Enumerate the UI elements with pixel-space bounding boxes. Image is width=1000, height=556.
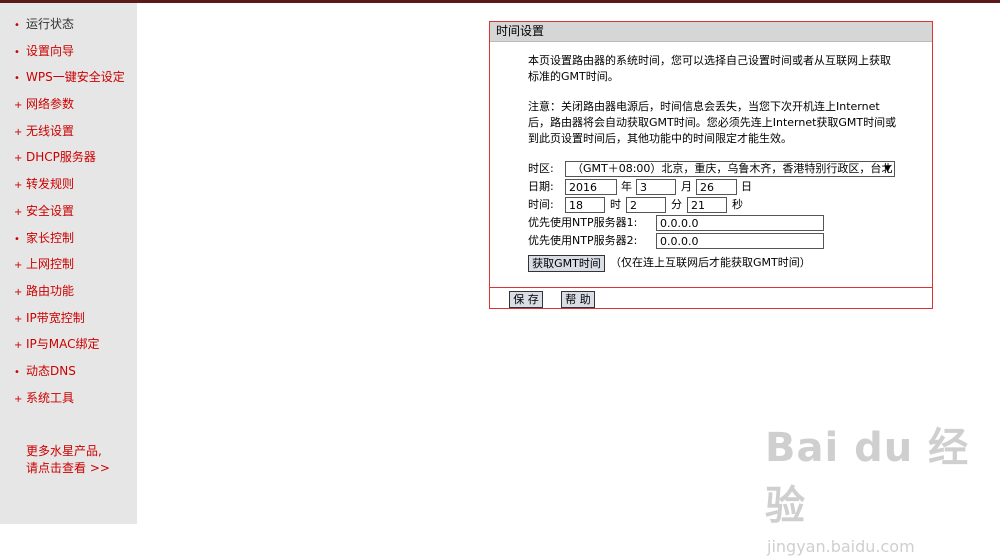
time-settings-panel: 时间设置 本页设置路由器的系统时间，您可以选择自己设置时间或者从互联网上获取标准… [489, 21, 933, 309]
sidebar-item-wps[interactable]: • WPS一键安全设定 [14, 67, 125, 94]
sidebar-item-label: 无线设置 [26, 123, 75, 138]
second-unit: 秒 [732, 198, 743, 211]
plus-icon: + [14, 313, 23, 325]
sidebar-nav: • 运行状态 • 设置向导 • WPS一键安全设定 + 网络参数 + 无线设置 + DHCP… [14, 14, 125, 414]
watermark-url: jingyan.baidu.com [767, 537, 915, 556]
more-products-link[interactable]: 更多水星产品, 请点击查看 >> [26, 443, 110, 477]
minute-input[interactable] [626, 197, 666, 213]
sidebar-item-ip-mac[interactable]: + IP与MAC绑定 [14, 334, 125, 361]
ntp1-input[interactable] [656, 215, 824, 231]
get-gmt-note: （仅在连上互联网后才能获取GMT时间） [610, 256, 811, 269]
date-label: 日期: [528, 180, 554, 193]
help-button[interactable]: 帮 助 [561, 291, 595, 308]
sidebar-item-label: WPS一键安全设定 [26, 70, 125, 85]
sidebar-item-parental[interactable]: • 家长控制 [14, 228, 125, 255]
sidebar-item-label: 运行状态 [26, 17, 75, 31]
bullet-icon: • [14, 366, 20, 378]
sidebar-item-label: 家长控制 [26, 230, 75, 245]
plus-icon: + [14, 126, 23, 138]
year-unit: 年 [621, 180, 632, 193]
plus-icon: + [14, 100, 23, 112]
intro-text: 本页设置路由器的系统时间，您可以选择自己设置时间或者从互联网上获取标准的GMT时… [528, 54, 891, 83]
save-button[interactable]: 保 存 [509, 291, 543, 308]
plus-icon: + [14, 153, 23, 165]
year-input[interactable] [565, 179, 617, 195]
panel-title: 时间设置 [490, 22, 932, 42]
bullet-icon: • [14, 20, 20, 31]
sidebar-item-label: IP与MAC绑定 [26, 337, 100, 352]
hour-input[interactable] [565, 197, 605, 213]
sidebar-item-label: 设置向导 [26, 43, 75, 58]
second-input[interactable] [687, 197, 727, 213]
sidebar-item-setup-wizard[interactable]: • 设置向导 [14, 41, 125, 68]
day-input[interactable] [696, 179, 737, 195]
sidebar-item-access-control[interactable]: + 上网控制 [14, 254, 125, 281]
note-text: 注意：关闭路由器电源后，时间信息会丢失，当您下次开机连上Internet后，路由… [528, 100, 897, 145]
plus-icon: + [14, 206, 23, 218]
sidebar-item-label: IP带宽控制 [26, 310, 85, 325]
sidebar-item-label: DHCP服务器 [26, 150, 96, 165]
plus-icon: + [14, 393, 23, 405]
sidebar-item-label: 系统工具 [26, 390, 75, 405]
plus-icon: + [14, 286, 23, 298]
sidebar-item-wireless[interactable]: + 无线设置 [14, 121, 125, 148]
minute-unit: 分 [671, 198, 682, 211]
bullet-icon: • [14, 233, 20, 245]
sidebar-item-status[interactable]: • 运行状态 [14, 14, 125, 41]
sidebar-item-ddns[interactable]: • 动态DNS [14, 361, 125, 388]
bullet-icon: • [14, 73, 20, 85]
sidebar-item-system-tools[interactable]: + 系统工具 [14, 388, 125, 415]
top-bar [0, 0, 1000, 3]
get-gmt-time-button[interactable]: 获取GMT时间 [528, 255, 605, 272]
ntp1-label: 优先使用NTP服务器1: [528, 216, 638, 229]
ntp2-label: 优先使用NTP服务器2: [528, 234, 638, 247]
timezone-value: （GMT＋08:00）北京，重庆，乌鲁木齐，香港特别行政区，台北 [572, 162, 893, 175]
plus-icon: + [14, 340, 23, 352]
plus-icon: + [14, 260, 23, 272]
sidebar-item-label: 上网控制 [26, 257, 75, 272]
watermark-logo-text: Bai du 经验 [765, 425, 970, 529]
sidebar-item-label: 路由功能 [26, 283, 75, 298]
timezone-label: 时区: [528, 162, 554, 175]
more-products-line2: 请点击查看 >> [26, 461, 110, 475]
bullet-icon: • [14, 46, 20, 58]
hour-unit: 时 [610, 198, 621, 211]
sidebar-item-label: 转发规则 [26, 177, 75, 192]
ntp2-input[interactable] [656, 233, 824, 249]
month-input[interactable] [636, 179, 676, 195]
sidebar: • 运行状态 • 设置向导 • WPS一键安全设定 + 网络参数 + 无线设置 + DHCP… [0, 3, 137, 524]
sidebar-item-label: 安全设置 [26, 203, 75, 218]
day-unit: 日 [741, 180, 752, 193]
sidebar-item-label: 动态DNS [26, 363, 76, 378]
sidebar-item-label: 网络参数 [26, 97, 75, 112]
dropdown-arrow-icon: ▼ [884, 164, 891, 174]
sidebar-item-network[interactable]: + 网络参数 [14, 94, 125, 121]
sidebar-item-forwarding[interactable]: + 转发规则 [14, 174, 125, 201]
baidu-watermark: Bai du 经验 jingyan.baidu.com [765, 415, 1000, 556]
sidebar-item-security[interactable]: + 安全设置 [14, 201, 125, 228]
sidebar-item-routing[interactable]: + 路由功能 [14, 281, 125, 308]
more-products-line1: 更多水星产品, [26, 444, 102, 458]
footer-divider [490, 287, 932, 288]
plus-icon: + [14, 180, 23, 192]
month-unit: 月 [681, 180, 692, 193]
timezone-select[interactable]: （GMT＋08:00）北京，重庆，乌鲁木齐，香港特别行政区，台北 ▼ [565, 161, 895, 177]
time-label: 时间: [528, 198, 554, 211]
sidebar-item-bandwidth[interactable]: + IP带宽控制 [14, 308, 125, 335]
sidebar-item-dhcp[interactable]: + DHCP服务器 [14, 147, 125, 174]
